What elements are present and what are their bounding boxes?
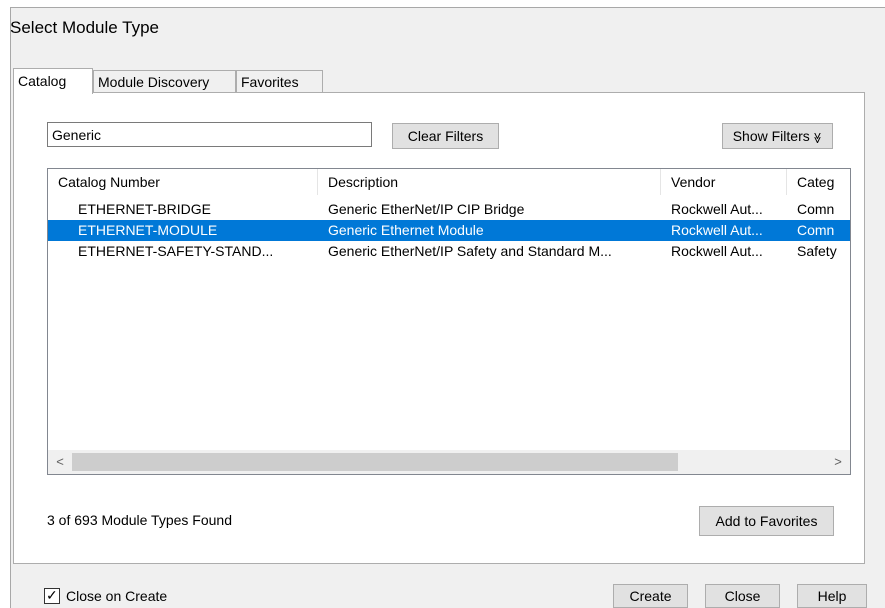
chevron-double-down-icon: ≫: [810, 132, 823, 144]
tab-catalog[interactable]: Catalog: [13, 68, 93, 94]
dialog-title: Select Module Type: [10, 18, 159, 37]
list-row-selected[interactable]: ETHERNET-MODULE Generic Ethernet Module …: [48, 220, 850, 241]
search-input[interactable]: [47, 122, 372, 147]
cell-category: Safety: [797, 243, 837, 259]
results-status: 3 of 693 Module Types Found: [47, 512, 232, 528]
list-row[interactable]: ETHERNET-SAFETY-STAND... Generic EtherNe…: [48, 241, 850, 262]
cell-description: Generic Ethernet Module: [328, 222, 484, 238]
scrollbar-thumb[interactable]: [72, 453, 678, 471]
horizontal-scrollbar[interactable]: < >: [48, 450, 850, 474]
cell-vendor: Rockwell Aut...: [671, 243, 763, 259]
cell-catalog-number: ETHERNET-SAFETY-STAND...: [78, 243, 274, 259]
cell-catalog-number: ETHERNET-BRIDGE: [78, 201, 212, 217]
cell-vendor: Rockwell Aut...: [671, 201, 763, 217]
checkmark-icon: ✓: [46, 587, 58, 603]
tab-module-discovery[interactable]: Module Discovery: [93, 70, 236, 92]
cell-catalog-number: ETHERNET-MODULE: [78, 222, 218, 238]
column-header-category[interactable]: Categ: [787, 169, 850, 195]
close-on-create-checkbox[interactable]: ✓: [44, 587, 60, 604]
tab-favorites[interactable]: Favorites: [236, 70, 323, 92]
cell-description: Generic EtherNet/IP CIP Bridge: [328, 201, 525, 217]
list-header: Catalog Number Description Vendor Categ: [48, 169, 850, 195]
module-list[interactable]: Catalog Number Description Vendor Categ …: [47, 168, 851, 475]
column-header-vendor[interactable]: Vendor: [661, 169, 787, 195]
help-button[interactable]: Help: [797, 584, 867, 608]
scroll-right-arrow-icon[interactable]: >: [826, 450, 850, 474]
list-row[interactable]: ETHERNET-BRIDGE Generic EtherNet/IP CIP …: [48, 199, 850, 220]
column-header-catalog-number[interactable]: Catalog Number: [48, 169, 318, 195]
add-to-favorites-button[interactable]: Add to Favorites: [699, 506, 834, 536]
scroll-left-arrow-icon[interactable]: <: [48, 450, 72, 474]
cell-description: Generic EtherNet/IP Safety and Standard …: [328, 243, 612, 259]
create-button[interactable]: Create: [613, 584, 688, 608]
close-button[interactable]: Close: [705, 584, 780, 608]
cell-vendor: Rockwell Aut...: [671, 222, 763, 238]
cell-category: Comn: [797, 222, 835, 238]
clear-filters-button[interactable]: Clear Filters: [392, 123, 499, 149]
column-header-description[interactable]: Description: [318, 169, 661, 195]
close-on-create-label: Close on Create: [66, 588, 168, 604]
cell-category: Comn: [797, 201, 835, 217]
show-filters-label: Show Filters: [732, 128, 810, 144]
show-filters-button[interactable]: Show Filters≫: [722, 123, 833, 149]
